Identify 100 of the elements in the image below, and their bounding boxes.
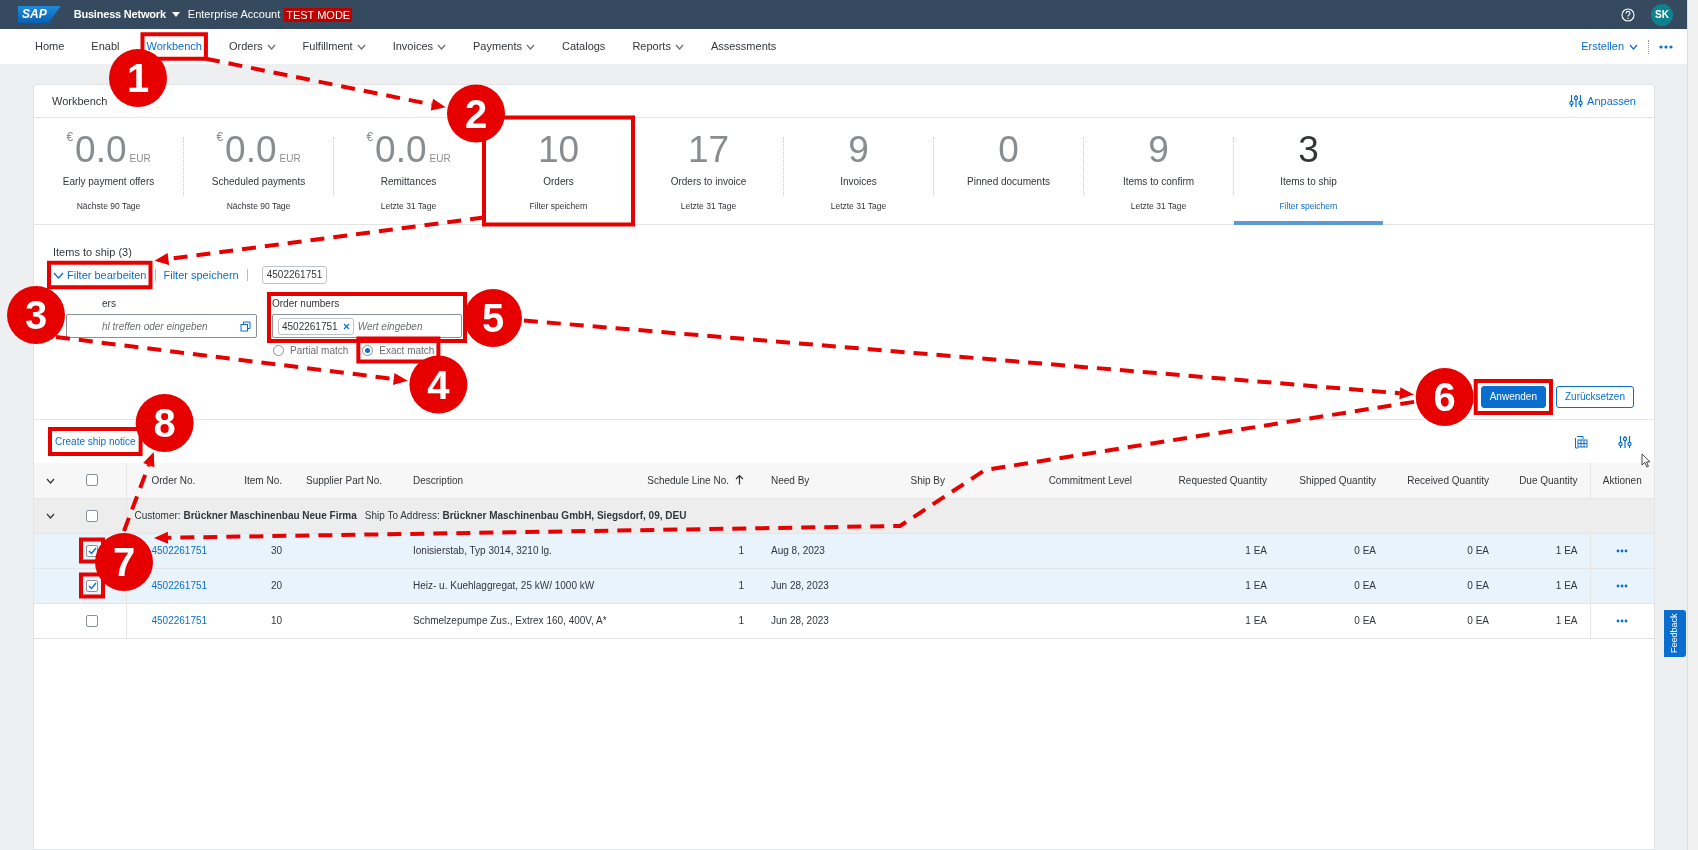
table-cell: 1 <box>738 580 744 591</box>
checkbox[interactable] <box>86 509 98 522</box>
check-icon <box>87 546 97 555</box>
kpi-period: Letzte 31 Tage <box>830 199 887 212</box>
user-avatar[interactable]: SK <box>1651 3 1673 26</box>
kpi-value: 9 <box>1148 129 1169 170</box>
nav-tab[interactable]: Invoices <box>392 38 447 55</box>
save-filter-link[interactable]: Filter speichern <box>163 266 239 284</box>
group-customer: Customer: Brückner Maschinenbau Neue Firma <box>134 510 357 521</box>
kpi-label: Early payment offers <box>62 174 155 189</box>
table-cell: Jun 28, 2023 <box>771 580 829 591</box>
currency-code: EUR <box>279 151 301 166</box>
kpi-value: 10 <box>537 129 580 170</box>
table-cell: Heiz- u. Kuehlaggregat, 25 kW/ 1000 kW <box>413 580 595 591</box>
help-icon[interactable] <box>1621 7 1635 22</box>
table-cell: 1 <box>738 545 744 556</box>
checkbox[interactable] <box>86 544 98 557</box>
more-icon[interactable] <box>1616 584 1629 589</box>
table-cell: 10 <box>270 615 282 626</box>
radio-option[interactable]: Exact match <box>362 342 435 358</box>
kpi-tile[interactable]: 3 Items to ship Filter speichern <box>1234 117 1383 225</box>
kpi-value: 0.0 <box>375 129 427 170</box>
check-icon <box>87 581 97 590</box>
table-cell: 1 EA <box>1245 580 1267 591</box>
kpi-value: 0 <box>998 129 1019 170</box>
customize-link[interactable]: Anpassen <box>1569 92 1636 110</box>
nav-tab[interactable]: Catalogs <box>561 38 606 55</box>
create-menu[interactable]: Erstellen <box>1581 38 1638 55</box>
column-header[interactable]: Description <box>413 474 464 486</box>
order-link[interactable]: 4502261751 <box>151 580 208 591</box>
kpi-period: Letzte 31 Tage <box>380 199 437 212</box>
create-ship-notice-link[interactable]: Create ship notice <box>55 434 136 449</box>
field-label: ers <box>101 297 117 311</box>
reset-button[interactable]: Zurücksetzen <box>1555 386 1634 408</box>
nav-tab[interactable]: Assessments <box>710 38 777 55</box>
chevron-icon <box>437 43 447 50</box>
caret-icon[interactable] <box>171 11 180 18</box>
column-header[interactable]: Commitment Level <box>1048 474 1132 486</box>
settings-icon[interactable] <box>1569 94 1584 108</box>
value-help-icon[interactable] <box>240 320 251 332</box>
kpi-label: Orders to invoice <box>670 174 747 189</box>
nav-tab[interactable]: Home <box>35 38 65 55</box>
column-header[interactable]: Item No. <box>244 474 282 486</box>
more-icon[interactable] <box>1659 44 1673 49</box>
kpi-tile[interactable]: 9 Invoices Letzte 31 Tage <box>784 117 933 225</box>
nav-tab[interactable]: Reports <box>632 38 684 55</box>
kpi-tile[interactable]: 9 Items to confirm Letzte 31 Tage <box>1084 117 1233 225</box>
chevron-icon <box>1629 43 1638 50</box>
kpi-tile[interactable]: 17 Orders to invoice Letzte 31 Tage <box>634 117 783 225</box>
order-link[interactable]: 4502261751 <box>151 545 208 556</box>
currency-sign: € <box>66 129 74 144</box>
column-header[interactable]: Need By <box>771 474 810 486</box>
nav-tab[interactable]: Payments <box>473 38 535 55</box>
account-label: Enterprise Account <box>187 7 281 23</box>
card-title: Workbench <box>52 93 108 109</box>
column-header[interactable]: Order No. <box>151 474 196 486</box>
checkbox[interactable] <box>86 614 98 627</box>
currency-sign: € <box>216 129 224 144</box>
checkbox[interactable] <box>86 579 98 592</box>
settings-icon[interactable] <box>1618 434 1632 449</box>
table-cell: Jun 28, 2023 <box>771 615 829 626</box>
feedback-button[interactable]: Feedback <box>1664 610 1686 657</box>
chevron-icon <box>53 271 64 279</box>
chevron-icon <box>674 43 684 50</box>
step-number-badge: 6 <box>1415 368 1474 426</box>
close-icon[interactable] <box>342 322 350 330</box>
input-field[interactable]: hl treffen oder eingeben <box>66 314 257 338</box>
kpi-tile[interactable]: €0.0 EUR Scheduled payments Nächste 90 Tage <box>184 117 333 225</box>
spreadsheet-icon[interactable] <box>1574 434 1588 449</box>
more-icon[interactable] <box>1616 549 1629 554</box>
product-name[interactable]: Business Network <box>73 6 166 23</box>
chevron-icon <box>356 43 366 50</box>
nav-tab[interactable]: Orders <box>228 38 276 55</box>
scrollbar[interactable] <box>1687 0 1698 850</box>
kpi-period: Nächste 90 Tage <box>76 199 141 212</box>
kpi-tile[interactable]: €0.0 EUR Early payment offers Nächste 90 Tage <box>34 117 183 225</box>
apply-button[interactable]: Anwenden <box>1480 386 1546 408</box>
column-header[interactable]: Ship By <box>910 474 945 486</box>
token[interactable]: 4502261751 <box>278 317 354 335</box>
checkbox[interactable] <box>86 474 98 487</box>
kpi-tile[interactable]: 0 Pinned documents <box>934 117 1083 225</box>
nav-tab[interactable]: Fulfillment <box>302 38 366 55</box>
currency-code: EUR <box>429 151 451 166</box>
chevron-icon <box>266 43 276 50</box>
kpi-label: Scheduled payments <box>211 174 306 189</box>
table-cell: 0 EA <box>1354 545 1376 556</box>
step-number-badge: 1 <box>109 49 167 107</box>
sort-ascending-icon[interactable] <box>735 473 744 485</box>
order-link[interactable]: 4502261751 <box>151 615 208 626</box>
chevron-icon <box>46 478 55 485</box>
field-label: Order numbers <box>272 297 341 311</box>
table-cell: 0 EA <box>1467 615 1489 626</box>
kpi-value: 0.0 <box>75 129 127 170</box>
edit-filter-link[interactable]: Filter bearbeiten <box>53 266 147 284</box>
chevron-icon <box>525 43 535 50</box>
logo[interactable]: SAP <box>18 6 61 23</box>
table-cell: 0 EA <box>1467 545 1489 556</box>
input-field[interactable]: 4502261751 Wert eingeben <box>272 314 462 338</box>
radio-option[interactable]: Partial match <box>273 342 349 358</box>
more-icon[interactable] <box>1616 619 1629 624</box>
